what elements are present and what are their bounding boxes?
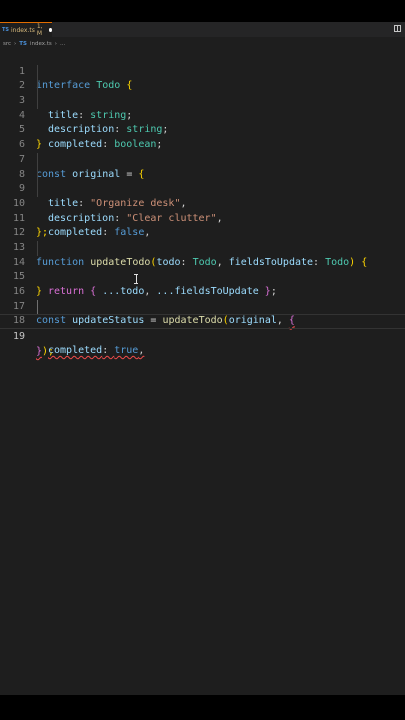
- tab-filename: index.ts: [11, 26, 35, 34]
- tab-bar: TS index.ts 1, M: [0, 22, 405, 37]
- breadcrumb-src[interactable]: src: [3, 41, 11, 47]
- code-line[interactable]: 3 description: string;: [0, 79, 405, 135]
- tab-index-ts[interactable]: TS index.ts 1, M: [0, 22, 52, 37]
- code-line[interactable]: 6: [0, 123, 405, 150]
- code-line[interactable]: 1 interface Todo {: [0, 50, 405, 92]
- code-line[interactable]: 9 description: "Clear clutter",: [0, 167, 405, 224]
- tab-status: 1, M: [36, 23, 43, 37]
- code-area[interactable]: 1 interface Todo { 2 title: string; 3 de…: [0, 50, 405, 357]
- breadcrumb-file[interactable]: index.ts: [30, 41, 52, 47]
- token-punct: :: [102, 344, 115, 356]
- code-line[interactable]: 14 return { ...todo, ...fieldsToUpdate }…: [0, 240, 405, 297]
- breadcrumb-sep-icon: ›: [14, 40, 17, 47]
- code-line[interactable]: 2 title: string;: [0, 64, 405, 121]
- token-punct: ,: [138, 344, 145, 356]
- code-line[interactable]: 16: [0, 270, 405, 297]
- code-line[interactable]: 18 completed: true,: [0, 299, 405, 356]
- code-line[interactable]: 13 function updateTodo(todo: Todo, field…: [0, 226, 405, 268]
- indent-guide: [37, 79, 38, 95]
- typescript-icon: TS: [2, 27, 10, 33]
- code-line[interactable]: 7 const original = {: [0, 138, 405, 180]
- code-line[interactable]: 5 }: [0, 109, 405, 150]
- line-number: 19: [12, 331, 25, 343]
- breadcrumb: src › TS index.ts › ...: [0, 39, 405, 48]
- code-line[interactable]: 15 }: [0, 256, 405, 297]
- indent-guide: [37, 152, 38, 168]
- code-line[interactable]: 8 title: "Organize desk",: [0, 152, 405, 209]
- code-line-current[interactable]: 19 });: [0, 314, 405, 357]
- code-line[interactable]: 4 completed: boolean;: [0, 94, 405, 150]
- indent-guide: [37, 94, 38, 109]
- text-cursor-icon: [134, 274, 138, 284]
- code-line[interactable]: 10 completed: false,: [0, 182, 405, 238]
- breadcrumb-sep-icon: ›: [54, 40, 57, 47]
- typescript-icon: TS: [19, 40, 27, 47]
- indent-guide: [37, 64, 38, 80]
- token-boolean: true: [114, 344, 139, 356]
- indent-guide: [37, 182, 38, 197]
- code-line[interactable]: 12: [0, 212, 405, 238]
- code-line[interactable]: 11 };: [0, 197, 405, 239]
- indent-guide: [37, 299, 38, 315]
- indent-guide: [37, 240, 38, 256]
- code-editor[interactable]: TS index.ts 1, M src › TS index.ts › ...…: [0, 22, 405, 695]
- code-line[interactable]: 17 const updateStatus = updateTodo(origi…: [0, 285, 405, 327]
- token-property: completed: [48, 344, 103, 356]
- indent-guide: [37, 167, 38, 183]
- unsaved-dot-icon[interactable]: [49, 28, 52, 32]
- breadcrumb-symbol[interactable]: ...: [60, 41, 65, 47]
- token-paren: );: [42, 345, 55, 357]
- split-editor-icon[interactable]: [394, 25, 401, 32]
